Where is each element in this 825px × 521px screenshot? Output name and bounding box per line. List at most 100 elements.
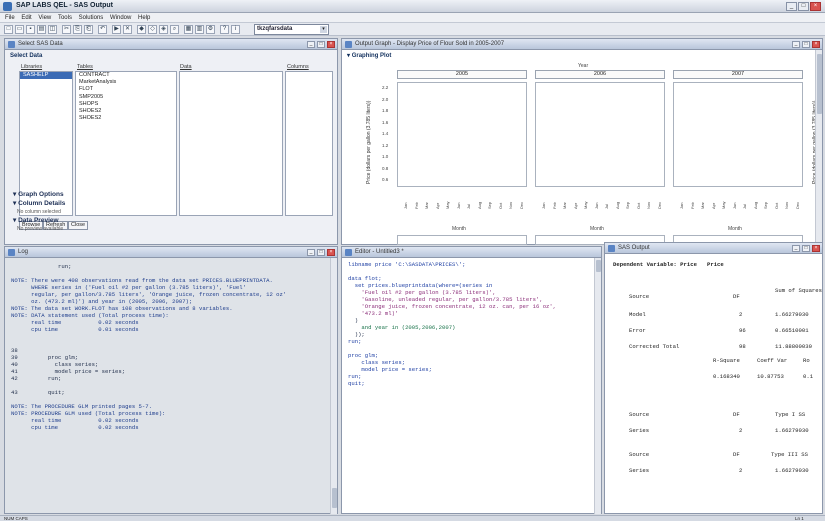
menu-file[interactable]: File bbox=[5, 13, 15, 23]
code-line[interactable]: run; bbox=[348, 338, 588, 345]
code-line[interactable]: set prices.blueprintdata(where=(series i… bbox=[348, 282, 588, 289]
editor-scrollbar[interactable] bbox=[594, 258, 601, 514]
maximize-icon[interactable]: □ bbox=[798, 2, 809, 11]
data-preview-section[interactable]: ▾ Data Preview bbox=[13, 216, 59, 224]
cut-icon[interactable]: ✂ bbox=[62, 25, 71, 34]
anova-row-source: Error bbox=[629, 327, 646, 334]
run-icon[interactable]: ▶ bbox=[112, 25, 121, 34]
maximize-icon[interactable]: □ bbox=[317, 249, 325, 256]
table-icon[interactable]: ▥ bbox=[195, 25, 204, 34]
scrollbar-thumb[interactable] bbox=[332, 488, 337, 508]
results-icon[interactable]: ◇ bbox=[148, 25, 157, 34]
close-button[interactable]: Close bbox=[68, 221, 89, 230]
undo-icon[interactable]: ↶ bbox=[98, 25, 107, 34]
code-line[interactable]: ) bbox=[348, 317, 588, 324]
graph-options-section[interactable]: ▾ Graph Options bbox=[13, 190, 64, 198]
scrollbar-thumb[interactable] bbox=[596, 260, 601, 272]
list-item[interactable]: SHOES2 bbox=[76, 115, 176, 122]
code-line[interactable]: )); bbox=[348, 331, 588, 338]
code-line[interactable]: '473.2 ml)' bbox=[348, 310, 588, 317]
list-item[interactable]: SHOPS bbox=[76, 101, 176, 108]
close-icon[interactable]: × bbox=[327, 41, 335, 48]
tables-list[interactable]: CONTRACT MarketAnalysis FLOT SMP2005 SHO… bbox=[75, 71, 177, 216]
coeffvar-header: Coeff Var bbox=[757, 357, 788, 364]
libraries-icon[interactable]: ◈ bbox=[159, 25, 168, 34]
open-icon[interactable]: ▭ bbox=[15, 25, 24, 34]
find-icon[interactable]: ⌕ bbox=[170, 25, 179, 34]
info-icon[interactable]: i bbox=[231, 25, 240, 34]
minimize-icon[interactable]: _ bbox=[792, 245, 800, 252]
list-item[interactable]: FLOT bbox=[76, 86, 176, 93]
x-tick-label: Nov bbox=[508, 201, 513, 209]
maximize-icon[interactable]: □ bbox=[802, 245, 810, 252]
code-line[interactable]: and year in (2005,2006,2007) bbox=[348, 324, 588, 331]
menu-window[interactable]: Window bbox=[110, 13, 131, 23]
code-line[interactable]: run; bbox=[348, 373, 588, 380]
list-item[interactable]: SMP2005 bbox=[76, 94, 176, 101]
x-tick-label: Jul bbox=[604, 203, 609, 209]
status-right: Ln 1 bbox=[795, 516, 804, 521]
status-bar: NUM CAPS Ln 1 bbox=[0, 515, 825, 521]
list-item[interactable]: SHOES2 bbox=[76, 108, 176, 115]
code-line[interactable]: 'Gasoline, unleaded regular, per gallon/… bbox=[348, 296, 588, 303]
type1-row-df: 2 bbox=[739, 427, 743, 434]
graphing-plot-header[interactable]: ▾ Graphing Plot bbox=[347, 52, 391, 59]
maximize-icon[interactable]: □ bbox=[317, 41, 325, 48]
log-line: WHERE series in ('Fuel oil #2 per gallon… bbox=[11, 284, 246, 291]
options-icon[interactable]: ⚙ bbox=[206, 25, 215, 34]
columns-list[interactable] bbox=[285, 71, 333, 216]
code-line[interactable]: model price = series; bbox=[348, 366, 588, 373]
code-line[interactable]: data flot; bbox=[348, 275, 588, 282]
help-icon[interactable]: ? bbox=[220, 25, 229, 34]
x-tick-label: Feb bbox=[551, 202, 557, 209]
close-icon[interactable]: × bbox=[327, 249, 335, 256]
menu-edit[interactable]: Edit bbox=[21, 13, 31, 23]
list-item[interactable]: MarketAnalysis bbox=[76, 79, 176, 86]
close-icon[interactable]: × bbox=[812, 41, 820, 48]
code-line[interactable] bbox=[348, 345, 588, 352]
menu-solutions[interactable]: Solutions bbox=[79, 13, 104, 23]
menu-tools[interactable]: Tools bbox=[58, 13, 72, 23]
rsquare-header: R-Square bbox=[713, 357, 740, 364]
select-data-section-header[interactable]: Select Data bbox=[10, 53, 42, 59]
list-item[interactable]: SASHELP bbox=[20, 72, 72, 80]
log-line: 42 run; bbox=[11, 375, 62, 382]
menu-help[interactable]: Help bbox=[138, 13, 150, 23]
explorer-icon[interactable]: ◆ bbox=[137, 25, 146, 34]
minimize-icon[interactable]: _ bbox=[786, 2, 797, 11]
paste-icon[interactable]: ⎗ bbox=[84, 25, 93, 34]
log-line: 43 quit; bbox=[11, 389, 65, 396]
close-icon[interactable]: × bbox=[812, 245, 820, 252]
graph-scrollbar[interactable] bbox=[815, 50, 822, 245]
minimize-icon[interactable]: _ bbox=[792, 41, 800, 48]
column-details-section[interactable]: ▾ Column Details bbox=[13, 199, 65, 207]
print-icon[interactable]: ▤ bbox=[37, 25, 46, 34]
editor-code[interactable]: data flot; set prices.blueprintdata(wher… bbox=[348, 275, 588, 510]
list-item[interactable]: CONTRACT bbox=[76, 72, 176, 79]
code-line[interactable]: 'Fuel oil #2 per gallon (3.785 liters)', bbox=[348, 289, 588, 296]
close-icon[interactable]: × bbox=[810, 2, 821, 11]
log-scrollbar[interactable] bbox=[330, 258, 337, 514]
stop-icon[interactable]: ✕ bbox=[123, 25, 132, 34]
minimize-icon[interactable]: _ bbox=[307, 41, 315, 48]
x-tick-label: Jun bbox=[731, 202, 737, 209]
log-content: run; NOTE: There were 408 observations r… bbox=[11, 263, 329, 511]
data-list[interactable] bbox=[179, 71, 283, 216]
command-box[interactable]: tkzqfarsdata ▾ bbox=[254, 24, 329, 35]
minimize-icon[interactable]: _ bbox=[307, 249, 315, 256]
code-line[interactable]: quit; bbox=[348, 380, 588, 387]
column-details-label: Column Details bbox=[18, 200, 66, 207]
code-line[interactable]: 'Orange juice, frozen concentrate, 12 oz… bbox=[348, 303, 588, 310]
new-icon[interactable]: □ bbox=[4, 25, 13, 34]
menu-view[interactable]: View bbox=[38, 13, 51, 23]
code-line[interactable]: class series; bbox=[348, 359, 588, 366]
preview-icon[interactable]: ◫ bbox=[48, 25, 57, 34]
chevron-down-icon[interactable]: ▾ bbox=[320, 26, 327, 33]
maximize-icon[interactable]: □ bbox=[802, 41, 810, 48]
code-line[interactable]: proc glm; bbox=[348, 352, 588, 359]
editor-libname-line[interactable]: libname price 'C:\SASDATA\PRICES\'; bbox=[348, 261, 466, 268]
scrollbar-thumb[interactable] bbox=[817, 54, 822, 114]
copy-icon[interactable]: ⎘ bbox=[73, 25, 82, 34]
save-icon[interactable]: ▪ bbox=[26, 25, 35, 34]
graph-icon[interactable]: ▦ bbox=[184, 25, 193, 34]
